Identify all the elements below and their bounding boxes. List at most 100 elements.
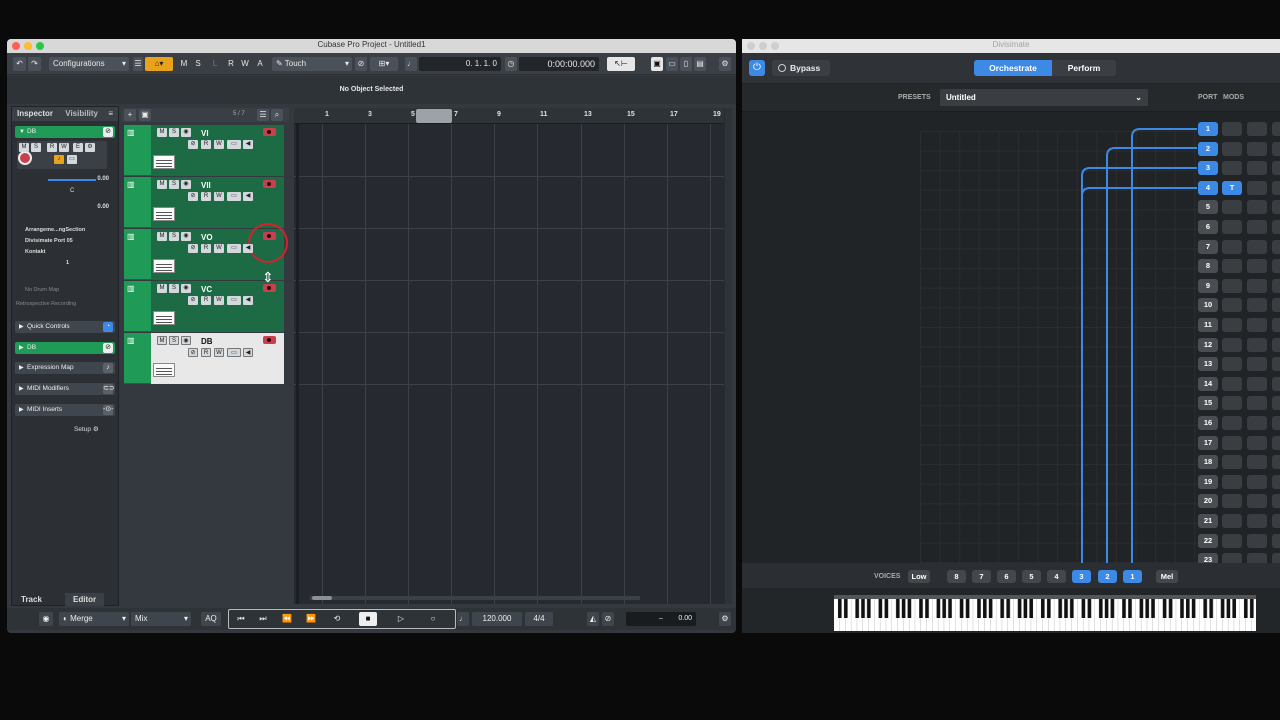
port-button[interactable]: 16 [1198, 416, 1218, 430]
mod-slot[interactable] [1272, 494, 1280, 509]
cycle-icon[interactable]: ⟲ [329, 612, 345, 626]
layout-lower-icon[interactable]: ▭ [666, 57, 678, 71]
mod-slot[interactable] [1247, 416, 1267, 430]
forward-icon[interactable]: ⏩ [303, 612, 319, 626]
port-button[interactable]: 6 [1198, 220, 1218, 234]
mod-slot[interactable] [1272, 259, 1280, 274]
edit-button[interactable]: ⊘ [188, 192, 198, 201]
mod-slot[interactable] [1247, 122, 1267, 136]
mode-perform[interactable]: Perform [1052, 60, 1116, 76]
mod-slot[interactable] [1272, 455, 1280, 470]
voice-3-button[interactable]: 3 [1072, 570, 1091, 583]
lanes-button[interactable]: ▭ [227, 192, 241, 201]
gear-icon[interactable]: ⚙ [719, 57, 731, 71]
rewind-icon[interactable]: ⏪ [279, 612, 295, 626]
mod-slot[interactable] [1222, 318, 1242, 332]
track-name[interactable]: VII [201, 181, 211, 190]
port-button[interactable]: 13 [1198, 357, 1218, 372]
folder-icon[interactable]: ▣ [139, 109, 151, 121]
track-row-selected[interactable]: ▥ M S ◉ DB ⊘ R W ▭ ◀ [124, 333, 284, 384]
automation-mode-button[interactable]: A [255, 57, 265, 71]
lanes-button[interactable]: ▭ [227, 140, 241, 149]
port-button[interactable]: 11 [1198, 318, 1218, 332]
mod-slot[interactable] [1247, 239, 1267, 254]
mod-slot[interactable] [1272, 278, 1280, 293]
write-button[interactable]: W [214, 192, 224, 201]
mod-slot[interactable] [1272, 298, 1280, 313]
input-routing[interactable]: Arrangeme...ngSection [16, 225, 116, 236]
mod-slot[interactable] [1272, 220, 1280, 234]
link-icon[interactable]: ⊘ [355, 57, 367, 71]
mod-slot[interactable] [1272, 239, 1280, 254]
mod-slot[interactable] [1247, 141, 1267, 156]
port-button[interactable]: 23 [1198, 553, 1218, 563]
voice-4-button[interactable]: 4 [1047, 570, 1066, 583]
read-button[interactable]: R [201, 192, 211, 201]
record-enable-button[interactable] [263, 180, 276, 188]
mod-slot[interactable] [1247, 220, 1267, 234]
port-button[interactable]: 1 [1198, 122, 1218, 136]
mod-slot[interactable] [1247, 474, 1267, 489]
read-button[interactable]: R [47, 143, 57, 152]
mod-slot[interactable] [1222, 435, 1242, 450]
expand-button[interactable]: ◀ [243, 296, 253, 305]
vertical-scrollbar[interactable] [725, 108, 732, 604]
mod-slot[interactable] [1272, 435, 1280, 450]
mod-t-button[interactable]: T [1222, 180, 1242, 195]
tab-track[interactable]: Track [21, 595, 42, 604]
undo-icon[interactable]: ↶ [13, 57, 26, 71]
mod-slot[interactable] [1272, 122, 1280, 136]
midi-channel[interactable]: 1 [16, 258, 116, 269]
port-button[interactable]: 3 [1198, 161, 1218, 176]
tab-editor[interactable]: Editor [65, 593, 105, 606]
mod-slot[interactable] [1272, 318, 1280, 332]
track-row[interactable]: ▥ M S ◉ VII ⊘ R W ▭ ◀ [124, 177, 284, 228]
mod-slot[interactable] [1222, 200, 1242, 215]
add-track-icon[interactable]: + [124, 109, 136, 121]
track-row[interactable]: ▥ M S ◉ VI ⊘ R W ▭ ◀ [124, 125, 284, 176]
settings-button[interactable]: ⚙ [85, 143, 95, 152]
solo-button[interactable]: S [169, 232, 179, 241]
section-quick-controls[interactable]: ▶ Quick Controls ◔ [15, 321, 115, 333]
mod-slot[interactable] [1272, 416, 1280, 430]
tempo-display[interactable]: 120.000 [472, 612, 522, 626]
mod-slot[interactable] [1247, 161, 1267, 176]
mod-slot[interactable] [1272, 180, 1280, 195]
edit-button[interactable]: E [73, 143, 83, 152]
signature-display[interactable]: 4/4 [525, 612, 553, 626]
mute-button[interactable]: M [19, 143, 29, 152]
metronome-icon[interactable]: ◭ [587, 612, 599, 626]
port-button[interactable]: 8 [1198, 259, 1218, 274]
drum-map-dropdown[interactable]: No Drum Map [16, 283, 116, 297]
bypass-button[interactable]: Bypass [772, 60, 830, 76]
section-midi-modifiers[interactable]: ▶ MIDI Modifiers ⊂⊃ [15, 383, 115, 395]
tab-inspector[interactable]: Inspector [12, 107, 58, 120]
mod-slot[interactable] [1272, 514, 1280, 528]
write-button[interactable]: W [214, 140, 224, 149]
arrange-window[interactable]: 1 3 5 7 9 11 13 15 17 19 [294, 108, 732, 604]
read-button[interactable]: R [201, 140, 211, 149]
redo-icon[interactable]: ↷ [28, 57, 41, 71]
mod-slot[interactable] [1222, 474, 1242, 489]
mod-slot[interactable] [1222, 220, 1242, 234]
lanes-button[interactable]: ▭ [227, 244, 241, 253]
write-button[interactable]: W [214, 244, 224, 253]
layout-right-icon[interactable]: ▯ [680, 57, 692, 71]
locator-range[interactable] [416, 109, 452, 123]
cycle-mode-dropdown[interactable]: Mix ▾ [131, 612, 191, 626]
monitor-button[interactable]: ♪ [54, 155, 64, 164]
mod-slot[interactable] [1247, 278, 1267, 293]
inspector-track-header[interactable]: ▼ DB ⊘ [15, 126, 115, 138]
port-button[interactable]: 9 [1198, 278, 1218, 293]
expand-button[interactable]: ◀ [243, 140, 253, 149]
snap-icon[interactable]: ⊞▾ [370, 57, 398, 71]
expand-button[interactable]: ◀ [243, 192, 253, 201]
mod-slot[interactable] [1247, 337, 1267, 352]
section-expression-map[interactable]: ▶ Expression Map ♪ [15, 362, 115, 374]
port-button[interactable]: 2 [1198, 141, 1218, 156]
listen-mode-button[interactable]: L [210, 57, 220, 71]
setup-button[interactable]: Setup ⚙ [74, 425, 99, 433]
record-mode-dropdown[interactable]: ◐ Merge ▾ [59, 612, 129, 626]
mod-slot[interactable] [1272, 396, 1280, 411]
auto-quantize-button[interactable]: AQ [201, 612, 221, 626]
